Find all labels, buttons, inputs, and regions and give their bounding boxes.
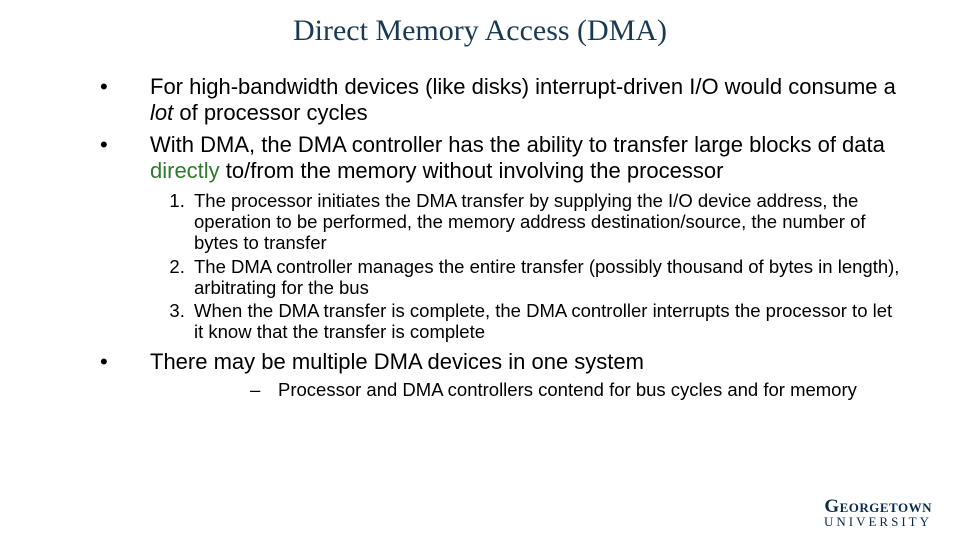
slide: Direct Memory Access (DMA) For high-band…	[0, 0, 960, 540]
bullet-2-post: to/from the memory without involving the…	[220, 158, 724, 183]
logo-line-1: Georgetown	[824, 498, 932, 516]
step-3: When the DMA transfer is complete, the D…	[190, 300, 900, 343]
university-logo: Georgetown UNIVERSITY	[824, 498, 932, 528]
step-1: The processor initiates the DMA transfer…	[190, 190, 900, 254]
bullet-1: For high-bandwidth devices (like disks) …	[90, 74, 900, 126]
step-2: The DMA controller manages the entire tr…	[190, 256, 900, 299]
logo-line-2: UNIVERSITY	[824, 516, 932, 528]
bullet-1-post: of processor cycles	[173, 100, 367, 125]
bullet-1-pre: For high-bandwidth devices (like disks) …	[150, 74, 896, 99]
bullet-3-text: There may be multiple DMA devices in one…	[150, 349, 644, 374]
sub-bullet-1: Processor and DMA controllers contend fo…	[250, 379, 900, 400]
bullet-2-pre: With DMA, the DMA controller has the abi…	[150, 132, 885, 157]
bullet-1-em: lot	[150, 100, 173, 125]
sub-bullet-list: Processor and DMA controllers contend fo…	[150, 379, 900, 400]
slide-body: For high-bandwidth devices (like disks) …	[0, 54, 960, 400]
slide-title: Direct Memory Access (DMA)	[0, 0, 960, 54]
bullet-list-2: There may be multiple DMA devices in one…	[90, 349, 900, 400]
bullet-2: With DMA, the DMA controller has the abi…	[90, 132, 900, 184]
bullet-2-em: directly	[150, 158, 220, 183]
bullet-3: There may be multiple DMA devices in one…	[90, 349, 900, 400]
bullet-list: For high-bandwidth devices (like disks) …	[90, 74, 900, 184]
numbered-steps: The processor initiates the DMA transfer…	[90, 190, 900, 343]
